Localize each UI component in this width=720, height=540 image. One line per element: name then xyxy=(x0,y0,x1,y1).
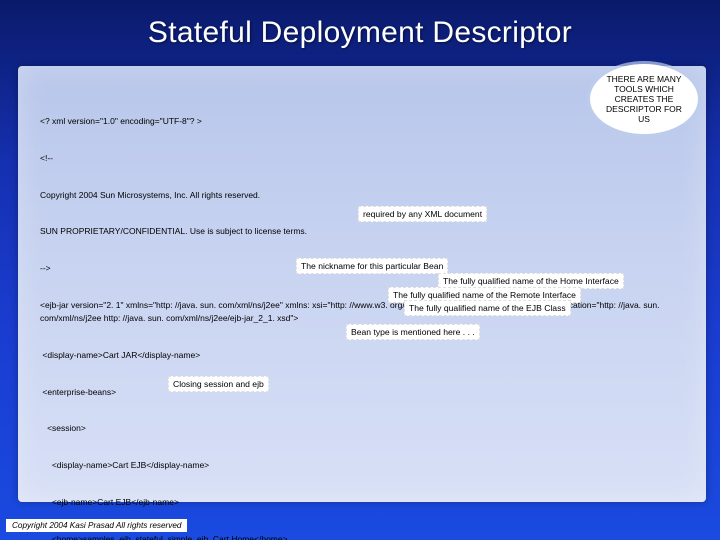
callout-text: THERE ARE MANY TOOLS WHICH CREATES THE D… xyxy=(600,74,688,125)
code-line: <!-- xyxy=(40,152,684,164)
note-nickname: The nickname for this particular Bean xyxy=(296,258,448,274)
code-line: <session> xyxy=(40,422,684,434)
code-line: SUN PROPRIETARY/CONFIDENTIAL. Use is sub… xyxy=(40,225,684,237)
slide: Stateful Deployment Descriptor THERE ARE… xyxy=(0,0,720,540)
callout-balloon: THERE ARE MANY TOOLS WHICH CREATES THE D… xyxy=(590,64,698,134)
code-line: Copyright 2004 Sun Microsystems, Inc. Al… xyxy=(40,189,684,201)
xml-code: <? xml version="1.0" encoding="UTF-8"? >… xyxy=(40,90,684,540)
copyright-footer: Copyright 2004 Kasi Prasad All rights re… xyxy=(6,519,187,532)
note-closing: Closing session and ejb xyxy=(168,376,269,392)
note-xml-required: required by any XML document xyxy=(358,206,487,222)
code-line: <display-name>Cart JAR</display-name> xyxy=(40,349,684,361)
code-line: <? xml version="1.0" encoding="UTF-8"? > xyxy=(40,115,684,127)
slide-title: Stateful Deployment Descriptor xyxy=(0,0,720,50)
content-panel: THERE ARE MANY TOOLS WHICH CREATES THE D… xyxy=(18,66,706,502)
code-line: <ejb-name>Cart EJB</ejb-name> xyxy=(40,496,684,508)
note-ejb-class: The fully qualified name of the EJB Clas… xyxy=(404,300,571,316)
note-bean-type: Bean type is mentioned here . . . xyxy=(346,324,480,340)
code-line: <display-name>Cart EJB</display-name> xyxy=(40,459,684,471)
code-line: <enterprise-beans> xyxy=(40,386,684,398)
code-line: <ejb-jar version="2. 1" xmlns="http: //j… xyxy=(40,299,684,324)
code-line: <home>samples. ejb. stateful. simple. ej… xyxy=(40,533,684,540)
